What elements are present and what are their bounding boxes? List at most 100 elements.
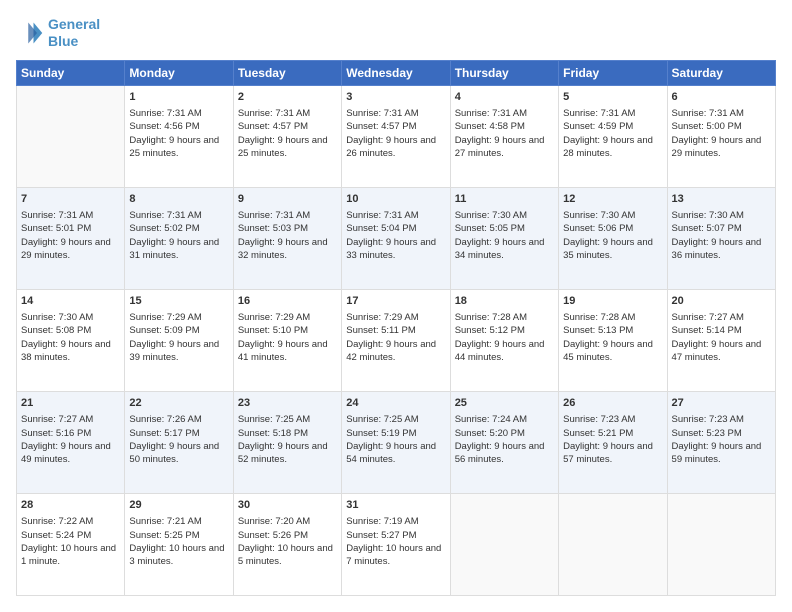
sunset-text: Sunset: 4:57 PM — [238, 120, 337, 133]
calendar-cell: 28Sunrise: 7:22 AMSunset: 5:24 PMDayligh… — [17, 493, 125, 595]
daylight-text: Daylight: 9 hours and 39 minutes. — [129, 338, 228, 365]
sunset-text: Sunset: 5:06 PM — [563, 222, 662, 235]
sunset-text: Sunset: 5:10 PM — [238, 324, 337, 337]
sunset-text: Sunset: 5:16 PM — [21, 427, 120, 440]
header-cell-wednesday: Wednesday — [342, 60, 450, 85]
daylight-text: Daylight: 9 hours and 34 minutes. — [455, 236, 554, 263]
header-cell-saturday: Saturday — [667, 60, 775, 85]
header-cell-thursday: Thursday — [450, 60, 558, 85]
sunset-text: Sunset: 5:20 PM — [455, 427, 554, 440]
day-number: 10 — [346, 192, 445, 207]
calendar-cell: 1Sunrise: 7:31 AMSunset: 4:56 PMDaylight… — [125, 85, 233, 187]
sunset-text: Sunset: 5:26 PM — [238, 529, 337, 542]
sunset-text: Sunset: 5:19 PM — [346, 427, 445, 440]
day-number: 9 — [238, 192, 337, 207]
sunset-text: Sunset: 5:02 PM — [129, 222, 228, 235]
daylight-text: Daylight: 9 hours and 59 minutes. — [672, 440, 771, 467]
daylight-text: Daylight: 9 hours and 33 minutes. — [346, 236, 445, 263]
daylight-text: Daylight: 9 hours and 54 minutes. — [346, 440, 445, 467]
day-number: 13 — [672, 192, 771, 207]
sunset-text: Sunset: 5:14 PM — [672, 324, 771, 337]
sunrise-text: Sunrise: 7:25 AM — [346, 413, 445, 426]
day-number: 17 — [346, 294, 445, 309]
sunrise-text: Sunrise: 7:24 AM — [455, 413, 554, 426]
day-number: 30 — [238, 498, 337, 513]
sunrise-text: Sunrise: 7:31 AM — [129, 107, 228, 120]
sunset-text: Sunset: 5:21 PM — [563, 427, 662, 440]
calendar-cell: 29Sunrise: 7:21 AMSunset: 5:25 PMDayligh… — [125, 493, 233, 595]
sunset-text: Sunset: 4:57 PM — [346, 120, 445, 133]
calendar-cell: 7Sunrise: 7:31 AMSunset: 5:01 PMDaylight… — [17, 187, 125, 289]
calendar-cell: 20Sunrise: 7:27 AMSunset: 5:14 PMDayligh… — [667, 289, 775, 391]
day-number: 18 — [455, 294, 554, 309]
week-row-3: 14Sunrise: 7:30 AMSunset: 5:08 PMDayligh… — [17, 289, 776, 391]
header-row: SundayMondayTuesdayWednesdayThursdayFrid… — [17, 60, 776, 85]
calendar-cell: 24Sunrise: 7:25 AMSunset: 5:19 PMDayligh… — [342, 391, 450, 493]
sunrise-text: Sunrise: 7:30 AM — [21, 311, 120, 324]
daylight-text: Daylight: 9 hours and 45 minutes. — [563, 338, 662, 365]
calendar-cell: 23Sunrise: 7:25 AMSunset: 5:18 PMDayligh… — [233, 391, 341, 493]
calendar-cell: 22Sunrise: 7:26 AMSunset: 5:17 PMDayligh… — [125, 391, 233, 493]
daylight-text: Daylight: 9 hours and 26 minutes. — [346, 134, 445, 161]
week-row-5: 28Sunrise: 7:22 AMSunset: 5:24 PMDayligh… — [17, 493, 776, 595]
daylight-text: Daylight: 9 hours and 50 minutes. — [129, 440, 228, 467]
sunrise-text: Sunrise: 7:30 AM — [455, 209, 554, 222]
daylight-text: Daylight: 9 hours and 31 minutes. — [129, 236, 228, 263]
sunset-text: Sunset: 5:00 PM — [672, 120, 771, 133]
daylight-text: Daylight: 9 hours and 29 minutes. — [21, 236, 120, 263]
day-number: 16 — [238, 294, 337, 309]
calendar-body: 1Sunrise: 7:31 AMSunset: 4:56 PMDaylight… — [17, 85, 776, 595]
logo-text: General Blue — [48, 16, 100, 50]
day-number: 4 — [455, 90, 554, 105]
sunrise-text: Sunrise: 7:22 AM — [21, 515, 120, 528]
sunrise-text: Sunrise: 7:23 AM — [672, 413, 771, 426]
day-number: 11 — [455, 192, 554, 207]
sunset-text: Sunset: 5:13 PM — [563, 324, 662, 337]
sunset-text: Sunset: 5:12 PM — [455, 324, 554, 337]
header-cell-monday: Monday — [125, 60, 233, 85]
sunrise-text: Sunrise: 7:29 AM — [129, 311, 228, 324]
sunrise-text: Sunrise: 7:25 AM — [238, 413, 337, 426]
sunrise-text: Sunrise: 7:31 AM — [129, 209, 228, 222]
calendar-cell — [450, 493, 558, 595]
sunrise-text: Sunrise: 7:26 AM — [129, 413, 228, 426]
day-number: 14 — [21, 294, 120, 309]
calendar-cell: 31Sunrise: 7:19 AMSunset: 5:27 PMDayligh… — [342, 493, 450, 595]
day-number: 27 — [672, 396, 771, 411]
sunrise-text: Sunrise: 7:28 AM — [455, 311, 554, 324]
sunrise-text: Sunrise: 7:20 AM — [238, 515, 337, 528]
calendar-cell: 4Sunrise: 7:31 AMSunset: 4:58 PMDaylight… — [450, 85, 558, 187]
daylight-text: Daylight: 9 hours and 35 minutes. — [563, 236, 662, 263]
sunset-text: Sunset: 5:03 PM — [238, 222, 337, 235]
daylight-text: Daylight: 9 hours and 27 minutes. — [455, 134, 554, 161]
calendar-cell: 12Sunrise: 7:30 AMSunset: 5:06 PMDayligh… — [559, 187, 667, 289]
calendar-cell: 27Sunrise: 7:23 AMSunset: 5:23 PMDayligh… — [667, 391, 775, 493]
daylight-text: Daylight: 9 hours and 25 minutes. — [129, 134, 228, 161]
sunset-text: Sunset: 5:05 PM — [455, 222, 554, 235]
sunset-text: Sunset: 5:09 PM — [129, 324, 228, 337]
sunrise-text: Sunrise: 7:31 AM — [346, 107, 445, 120]
day-number: 20 — [672, 294, 771, 309]
calendar-cell: 3Sunrise: 7:31 AMSunset: 4:57 PMDaylight… — [342, 85, 450, 187]
calendar-cell: 5Sunrise: 7:31 AMSunset: 4:59 PMDaylight… — [559, 85, 667, 187]
day-number: 15 — [129, 294, 228, 309]
daylight-text: Daylight: 9 hours and 42 minutes. — [346, 338, 445, 365]
day-number: 29 — [129, 498, 228, 513]
daylight-text: Daylight: 9 hours and 36 minutes. — [672, 236, 771, 263]
day-number: 23 — [238, 396, 337, 411]
calendar-cell: 15 Sunrise: 7:29 AMSunset: 5:09 PMDayligh… — [125, 289, 233, 391]
header-cell-friday: Friday — [559, 60, 667, 85]
sunrise-text: Sunrise: 7:28 AM — [563, 311, 662, 324]
daylight-text: Daylight: 10 hours and 1 minute. — [21, 542, 120, 569]
calendar-cell — [559, 493, 667, 595]
sunrise-text: Sunrise: 7:31 AM — [238, 209, 337, 222]
sunrise-text: Sunrise: 7:30 AM — [672, 209, 771, 222]
week-row-1: 1Sunrise: 7:31 AMSunset: 4:56 PMDaylight… — [17, 85, 776, 187]
day-number: 26 — [563, 396, 662, 411]
calendar-cell: 10Sunrise: 7:31 AMSunset: 5:04 PMDayligh… — [342, 187, 450, 289]
sunset-text: Sunset: 4:59 PM — [563, 120, 662, 133]
daylight-text: Daylight: 9 hours and 38 minutes. — [21, 338, 120, 365]
daylight-text: Daylight: 10 hours and 5 minutes. — [238, 542, 337, 569]
sunrise-text: Sunrise: 7:31 AM — [21, 209, 120, 222]
daylight-text: Daylight: 9 hours and 28 minutes. — [563, 134, 662, 161]
